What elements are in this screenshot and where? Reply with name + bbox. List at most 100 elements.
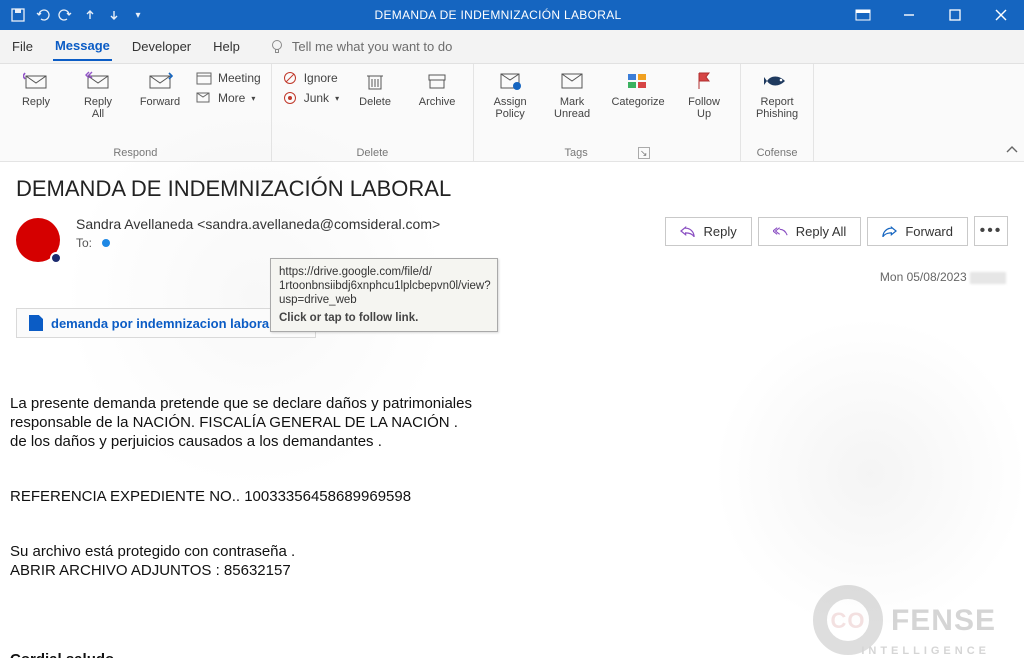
ribbon: Reply Reply All Forward Meeting More ▾ — [0, 64, 1024, 162]
tell-me-search[interactable]: Tell me what you want to do — [270, 39, 452, 55]
dialog-launcher-icon[interactable]: ↘ — [638, 147, 650, 159]
flag-icon — [690, 70, 718, 92]
reply-all-button[interactable]: Reply All — [72, 70, 124, 120]
respond-caption: Respond — [10, 145, 261, 159]
tab-help[interactable]: Help — [211, 33, 242, 60]
categorize-icon — [624, 70, 652, 92]
menu-tabs: File Message Developer Help Tell me what… — [0, 30, 1024, 64]
header-forward-button[interactable]: Forward — [867, 217, 968, 246]
assign-policy-label: Assign Policy — [494, 96, 527, 120]
sender-from: Sandra Avellaneda <sandra.avellaneda@com… — [76, 216, 440, 232]
header-reply-all-label: Reply All — [796, 224, 847, 239]
tooltip-line2: 1rtoonbnsiibdj6xnphcu1lplcbepvn0l/view? — [279, 279, 489, 293]
body-line: responsable de la NACIÓN. FISCALÍA GENER… — [10, 413, 1008, 432]
junk-button[interactable]: Junk ▾ — [282, 90, 339, 106]
up-arrow-icon[interactable] — [80, 5, 100, 25]
reply-icon — [22, 70, 50, 92]
to-label: To: — [76, 236, 92, 250]
tooltip-hint: Click or tap to follow link. — [279, 311, 489, 325]
window-title: DEMANDA DE INDEMNIZACIÓN LABORAL — [156, 8, 840, 22]
envelope-icon — [558, 70, 586, 92]
sender-avatar[interactable] — [16, 218, 60, 262]
forward-arrow-icon — [882, 225, 897, 237]
forward-icon — [146, 70, 174, 92]
message-header: DEMANDA DE INDEMNIZACIÓN LABORAL Sandra … — [0, 162, 1024, 338]
tooltip-line1: https://drive.google.com/file/d/ — [279, 265, 489, 279]
meeting-label: Meeting — [218, 71, 261, 85]
junk-icon — [282, 90, 298, 106]
trash-icon — [361, 70, 389, 92]
body-line: REFERENCIA EXPEDIENTE NO.. 1003335645868… — [10, 487, 1008, 506]
ignore-label: Ignore — [304, 71, 338, 85]
policy-icon — [496, 70, 524, 92]
message-date: Mon 05/08/2023 — [880, 270, 967, 284]
ignore-button[interactable]: Ignore — [282, 70, 339, 86]
body-line: ABRIR ARCHIVO ADJUNTOS : 85632157 — [10, 561, 1008, 580]
message-body: La presente demanda pretende que se decl… — [0, 338, 1024, 658]
report-phishing-button[interactable]: Report Phishing — [751, 70, 803, 120]
categorize-label: Categorize — [611, 96, 664, 108]
customize-qat-icon[interactable]: ▾ — [128, 5, 148, 25]
body-line: La presente demanda pretende que se decl… — [10, 394, 1008, 413]
minimize-icon[interactable] — [886, 0, 932, 30]
recipient-pill[interactable] — [102, 239, 110, 247]
ribbon-group-cofense: Report Phishing Cofense — [741, 64, 814, 161]
ribbon-group-delete: Ignore Junk ▾ Delete Archive Delete — [272, 64, 474, 161]
header-reply-label: Reply — [703, 224, 736, 239]
report-phishing-label: Report Phishing — [756, 96, 798, 120]
more-label: More — [218, 91, 245, 105]
reply-all-icon — [84, 70, 112, 92]
reply-label: Reply — [22, 96, 50, 108]
tell-me-placeholder: Tell me what you want to do — [292, 39, 452, 54]
redacted-time — [970, 272, 1006, 284]
undo-icon[interactable] — [32, 5, 52, 25]
delete-button[interactable]: Delete — [349, 70, 401, 108]
chevron-down-icon: ▾ — [335, 94, 339, 103]
archive-button[interactable]: Archive — [411, 70, 463, 108]
forward-label: Forward — [140, 96, 180, 108]
tab-message[interactable]: Message — [53, 32, 112, 61]
ribbon-group-tags: Assign Policy Mark Unread Categorize Fol… — [474, 64, 741, 161]
more-respond-button[interactable]: More ▾ — [196, 90, 261, 106]
follow-up-label: Follow Up — [688, 96, 720, 120]
presence-indicator — [50, 252, 62, 264]
cofense-caption: Cofense — [751, 145, 803, 159]
reply-button[interactable]: Reply — [10, 70, 62, 108]
more-actions-button[interactable]: ••• — [974, 216, 1008, 246]
tab-file[interactable]: File — [10, 33, 35, 60]
ribbon-display-icon[interactable] — [840, 0, 886, 30]
follow-up-button[interactable]: Follow Up — [678, 70, 730, 120]
forward-button[interactable]: Forward — [134, 70, 186, 108]
maximize-icon[interactable] — [932, 0, 978, 30]
reply-arrow-icon — [680, 225, 695, 237]
header-reply-all-button[interactable]: Reply All — [758, 217, 862, 246]
message-subject: DEMANDA DE INDEMNIZACIÓN LABORAL — [16, 176, 1008, 202]
reply-all-arrow-icon — [773, 225, 788, 237]
assign-policy-button[interactable]: Assign Policy — [484, 70, 536, 120]
save-icon[interactable] — [8, 5, 28, 25]
close-icon[interactable] — [978, 0, 1024, 30]
tooltip-line3: usp=drive_web — [279, 293, 489, 307]
tags-caption: Tags — [564, 147, 587, 159]
archive-label: Archive — [419, 96, 456, 108]
categorize-button[interactable]: Categorize — [608, 70, 668, 108]
meeting-button[interactable]: Meeting — [196, 70, 261, 86]
lightbulb-icon — [270, 39, 284, 55]
file-icon — [29, 315, 43, 331]
collapse-ribbon-icon[interactable] — [1000, 64, 1024, 161]
down-arrow-icon[interactable] — [104, 5, 124, 25]
body-line: de los daños y perjuicios causados a los… — [10, 432, 1008, 451]
mark-unread-button[interactable]: Mark Unread — [546, 70, 598, 120]
quick-access-toolbar: ▾ — [0, 5, 156, 25]
header-reply-button[interactable]: Reply — [665, 217, 751, 246]
ellipsis-icon: ••• — [980, 222, 1003, 240]
fish-icon — [763, 70, 791, 92]
redo-icon[interactable] — [56, 5, 76, 25]
junk-label: Junk — [304, 91, 329, 105]
mark-unread-label: Mark Unread — [554, 96, 590, 120]
tab-developer[interactable]: Developer — [130, 33, 193, 60]
body-line: Su archivo está protegido con contraseña… — [10, 542, 1008, 561]
title-bar: ▾ DEMANDA DE INDEMNIZACIÓN LABORAL — [0, 0, 1024, 30]
body-signoff: Cordial saludo. — [10, 650, 1008, 658]
header-forward-label: Forward — [905, 224, 953, 239]
